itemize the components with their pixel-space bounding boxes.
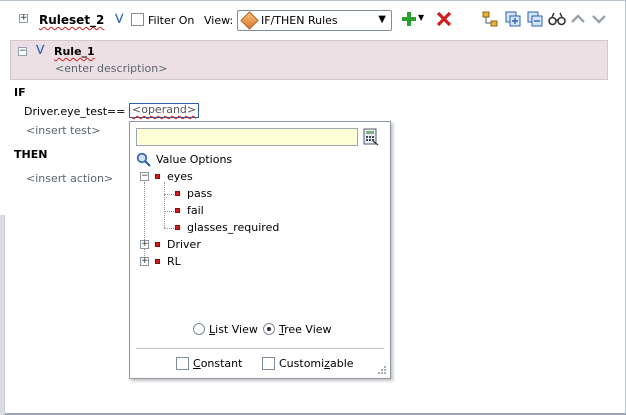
value-icon xyxy=(175,208,180,213)
insert-action[interactable]: <insert action> xyxy=(26,172,113,185)
operand-popup: Value Options − eyes pass fail glasses_r… xyxy=(129,121,391,379)
if-then-rules-icon xyxy=(240,11,259,30)
ruleset-expand-toggle[interactable]: + xyxy=(19,14,28,23)
value-search-input[interactable] xyxy=(136,128,358,146)
test-left-operand[interactable]: Driver.eye_test xyxy=(24,105,107,118)
binoculars-icon[interactable] xyxy=(548,12,566,26)
rule-chevron-icon[interactable]: ⋁ xyxy=(36,45,44,55)
fact-icon xyxy=(155,174,160,179)
add-icon[interactable] xyxy=(401,11,417,27)
customizable-label[interactable]: Customizable xyxy=(279,357,354,370)
dropdown-arrow-icon: ▼ xyxy=(378,14,386,25)
tree-item-glasses-required[interactable]: glasses_required xyxy=(187,221,279,234)
rule-header: − ⋁ Rule_1 <enter description> xyxy=(10,40,608,80)
tree-item-eyes[interactable]: eyes xyxy=(167,170,193,183)
collapse-all-icon[interactable] xyxy=(527,11,543,27)
view-select[interactable]: IF/THEN Rules ▼ xyxy=(237,10,392,31)
value-options-label: Value Options xyxy=(156,153,233,166)
view-label: View: xyxy=(204,14,234,27)
test-operator[interactable]: == xyxy=(107,105,125,118)
fact-icon xyxy=(155,242,160,247)
tree-view-radio[interactable] xyxy=(263,323,275,335)
side-gutter-line xyxy=(4,215,5,415)
collapse-chevron-icon[interactable]: ⋁ xyxy=(115,14,123,24)
ruleset-name[interactable]: Ruleset_2 xyxy=(39,13,104,27)
tree-guide-line xyxy=(144,182,145,266)
tree-structure-icon[interactable] xyxy=(482,11,498,27)
resize-grip-icon[interactable] xyxy=(377,365,387,375)
driver-expand-toggle[interactable]: + xyxy=(140,240,149,249)
constant-label[interactable]: Constant xyxy=(193,357,242,370)
filter-on-label[interactable]: Filter On xyxy=(148,14,194,27)
expand-all-icon[interactable] xyxy=(505,11,521,27)
frame-border xyxy=(0,0,626,1)
tree-view-label[interactable]: Tree View xyxy=(279,323,332,336)
rule-collapse-toggle[interactable]: − xyxy=(18,47,27,56)
move-up-icon[interactable] xyxy=(571,14,585,24)
insert-test[interactable]: <insert test> xyxy=(26,124,100,137)
operand-field[interactable]: <operand> xyxy=(129,103,200,118)
tree-item-fail[interactable]: fail xyxy=(187,204,204,217)
move-down-icon[interactable] xyxy=(592,14,606,24)
constant-checkbox[interactable] xyxy=(176,357,189,370)
fact-icon xyxy=(155,259,160,264)
expression-builder-icon[interactable] xyxy=(363,128,379,146)
view-select-value: IF/THEN Rules xyxy=(261,14,338,27)
value-icon xyxy=(175,225,180,230)
popup-separator xyxy=(136,348,384,349)
value-icon xyxy=(175,191,180,196)
list-view-label[interactable]: List View xyxy=(209,323,258,336)
eyes-collapse-toggle[interactable]: − xyxy=(140,172,149,181)
ruleset-toolbar: + Ruleset_2 ⋁ Filter On View: IF/THEN Ru… xyxy=(8,6,620,34)
tree-item-pass[interactable]: pass xyxy=(187,187,212,200)
add-menu-arrow-icon[interactable]: ▼ xyxy=(418,13,424,22)
delete-icon[interactable] xyxy=(436,11,452,27)
tree-guide-line xyxy=(164,182,165,228)
tree-item-driver[interactable]: Driver xyxy=(167,238,201,251)
list-view-radio[interactable] xyxy=(193,323,205,335)
rl-expand-toggle[interactable]: + xyxy=(140,257,149,266)
customizable-checkbox[interactable] xyxy=(262,357,275,370)
filter-on-checkbox[interactable] xyxy=(131,13,144,26)
rule-name[interactable]: Rule_1 xyxy=(54,45,95,58)
if-label: IF xyxy=(14,86,26,99)
then-label: THEN xyxy=(14,148,48,161)
tree-item-rl[interactable]: RL xyxy=(167,255,181,268)
rule-description[interactable]: <enter description> xyxy=(55,62,167,75)
search-icon xyxy=(136,152,151,167)
